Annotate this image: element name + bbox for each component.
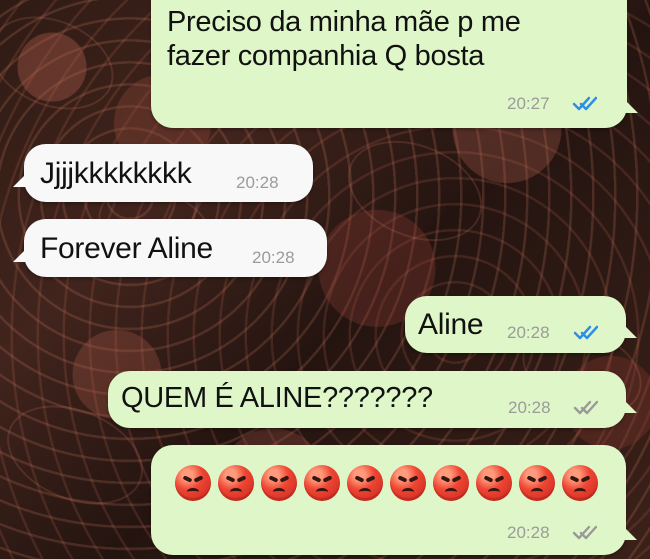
lace-pattern bbox=[0, 0, 128, 127]
angry-face-icon bbox=[175, 465, 211, 501]
message-time: 20:28 bbox=[507, 523, 550, 542]
angry-face-icon bbox=[390, 465, 426, 501]
message-time: 20:27 bbox=[507, 94, 550, 113]
message-text: Preciso da minha mãe p me fazer companhi… bbox=[167, 6, 521, 72]
angry-face-icon bbox=[218, 465, 254, 501]
double-check-read-icon bbox=[572, 96, 597, 111]
angry-face-icon bbox=[347, 465, 383, 501]
incoming-message[interactable]: Jjjjkkkkkkkk 20:28 bbox=[24, 144, 313, 202]
message-time: 20:28 bbox=[236, 173, 279, 192]
lace-pattern bbox=[332, 122, 498, 260]
angry-face-icon bbox=[519, 465, 555, 501]
chat-background: Preciso da minha mãe p me fazer companhi… bbox=[0, 0, 650, 559]
angry-face-icon bbox=[562, 465, 598, 501]
double-check-read-icon bbox=[573, 325, 598, 340]
message-text: Jjjjkkkkkkkk bbox=[40, 157, 192, 190]
message-time: 20:28 bbox=[507, 323, 550, 342]
angry-face-icon bbox=[476, 465, 512, 501]
message-text: Forever Aline bbox=[40, 232, 213, 265]
outgoing-message[interactable]: 20:28 bbox=[151, 445, 626, 555]
incoming-message[interactable]: Forever Aline 20:28 bbox=[24, 219, 327, 277]
angry-face-icon bbox=[261, 465, 297, 501]
outgoing-message[interactable]: Aline 20:28 bbox=[405, 296, 626, 353]
double-check-delivered-icon bbox=[572, 525, 597, 540]
outgoing-message[interactable]: QUEM É ALINE??????? 20:28 bbox=[108, 371, 626, 428]
emoji-row bbox=[175, 465, 598, 501]
message-text: Aline bbox=[418, 308, 484, 341]
double-check-delivered-icon bbox=[573, 400, 598, 415]
message-time: 20:28 bbox=[252, 248, 295, 267]
angry-face-icon bbox=[304, 465, 340, 501]
angry-face-icon bbox=[433, 465, 469, 501]
outgoing-message[interactable]: Preciso da minha mãe p me fazer companhi… bbox=[151, 0, 627, 128]
message-time: 20:28 bbox=[508, 398, 551, 417]
message-text: QUEM É ALINE??????? bbox=[121, 382, 433, 414]
